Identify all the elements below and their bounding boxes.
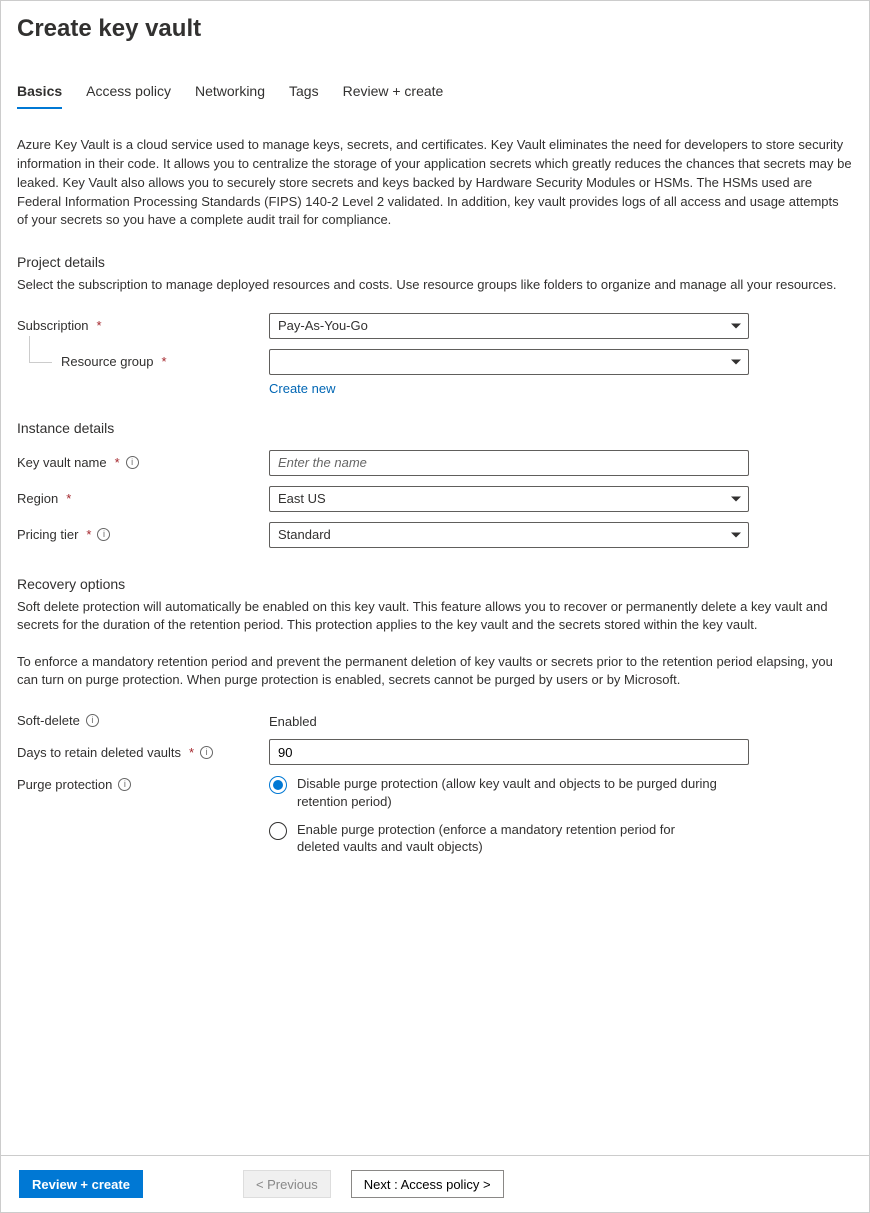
info-icon[interactable]: i	[97, 528, 110, 541]
chevron-down-icon	[731, 496, 741, 501]
wizard-tabs: Basics Access policy Networking Tags Rev…	[17, 79, 853, 110]
retention-days-label-text: Days to retain deleted vaults	[17, 745, 181, 760]
purge-enable-radio[interactable]	[269, 822, 287, 840]
pricing-tier-value: Standard	[278, 527, 331, 542]
soft-delete-label: Soft-delete i	[17, 713, 269, 728]
review-create-button[interactable]: Review + create	[19, 1170, 143, 1198]
purge-enable-label: Enable purge protection (enforce a manda…	[297, 821, 717, 856]
required-asterisk: *	[115, 455, 120, 470]
chevron-down-icon	[731, 323, 741, 328]
soft-delete-value: Enabled	[269, 711, 749, 729]
subscription-value: Pay-As-You-Go	[278, 318, 368, 333]
info-icon[interactable]: i	[118, 778, 131, 791]
required-asterisk: *	[162, 354, 167, 369]
keyvault-name-label-text: Key vault name	[17, 455, 107, 470]
pricing-tier-label: Pricing tier * i	[17, 527, 269, 542]
pricing-tier-select[interactable]: Standard	[269, 522, 749, 548]
region-label-text: Region	[17, 491, 58, 506]
recovery-options-heading: Recovery options	[17, 576, 853, 592]
required-asterisk: *	[86, 527, 91, 542]
resource-group-label-text: Resource group	[61, 354, 154, 369]
required-asterisk: *	[97, 318, 102, 333]
tab-review-create[interactable]: Review + create	[343, 79, 444, 109]
purge-disable-label: Disable purge protection (allow key vaul…	[297, 775, 717, 810]
subscription-label: Subscription *	[17, 318, 269, 333]
region-label: Region *	[17, 491, 269, 506]
region-select[interactable]: East US	[269, 486, 749, 512]
info-icon[interactable]: i	[86, 714, 99, 727]
tab-access-policy[interactable]: Access policy	[86, 79, 171, 109]
retention-days-label: Days to retain deleted vaults * i	[17, 745, 269, 760]
info-icon[interactable]: i	[126, 456, 139, 469]
required-asterisk: *	[66, 491, 71, 506]
intro-text: Azure Key Vault is a cloud service used …	[17, 136, 853, 230]
project-details-sub: Select the subscription to manage deploy…	[17, 276, 853, 294]
page-title: Create key vault	[17, 15, 853, 43]
tab-tags[interactable]: Tags	[289, 79, 319, 109]
recovery-p1: Soft delete protection will automaticall…	[17, 598, 853, 635]
pricing-tier-label-text: Pricing tier	[17, 527, 78, 542]
retention-days-input[interactable]	[269, 739, 749, 765]
next-button[interactable]: Next : Access policy >	[351, 1170, 504, 1198]
instance-details-heading: Instance details	[17, 420, 853, 436]
subscription-select[interactable]: Pay-As-You-Go	[269, 313, 749, 339]
subscription-label-text: Subscription	[17, 318, 89, 333]
previous-button: < Previous	[243, 1170, 331, 1198]
create-new-link[interactable]: Create new	[269, 381, 335, 396]
project-details-heading: Project details	[17, 254, 853, 270]
wizard-footer: Review + create < Previous Next : Access…	[1, 1155, 869, 1212]
tab-basics[interactable]: Basics	[17, 79, 62, 109]
resource-group-select[interactable]	[269, 349, 749, 375]
tab-networking[interactable]: Networking	[195, 79, 265, 109]
info-icon[interactable]: i	[200, 746, 213, 759]
required-asterisk: *	[189, 745, 194, 760]
purge-protection-label-text: Purge protection	[17, 777, 112, 792]
recovery-p2: To enforce a mandatory retention period …	[17, 653, 853, 690]
keyvault-name-input[interactable]	[269, 450, 749, 476]
resource-group-label: Resource group *	[17, 354, 269, 369]
chevron-down-icon	[731, 532, 741, 537]
region-value: East US	[278, 491, 326, 506]
keyvault-name-label: Key vault name * i	[17, 455, 269, 470]
soft-delete-label-text: Soft-delete	[17, 713, 80, 728]
purge-disable-radio[interactable]	[269, 776, 287, 794]
chevron-down-icon	[731, 359, 741, 364]
purge-protection-label: Purge protection i	[17, 775, 269, 792]
